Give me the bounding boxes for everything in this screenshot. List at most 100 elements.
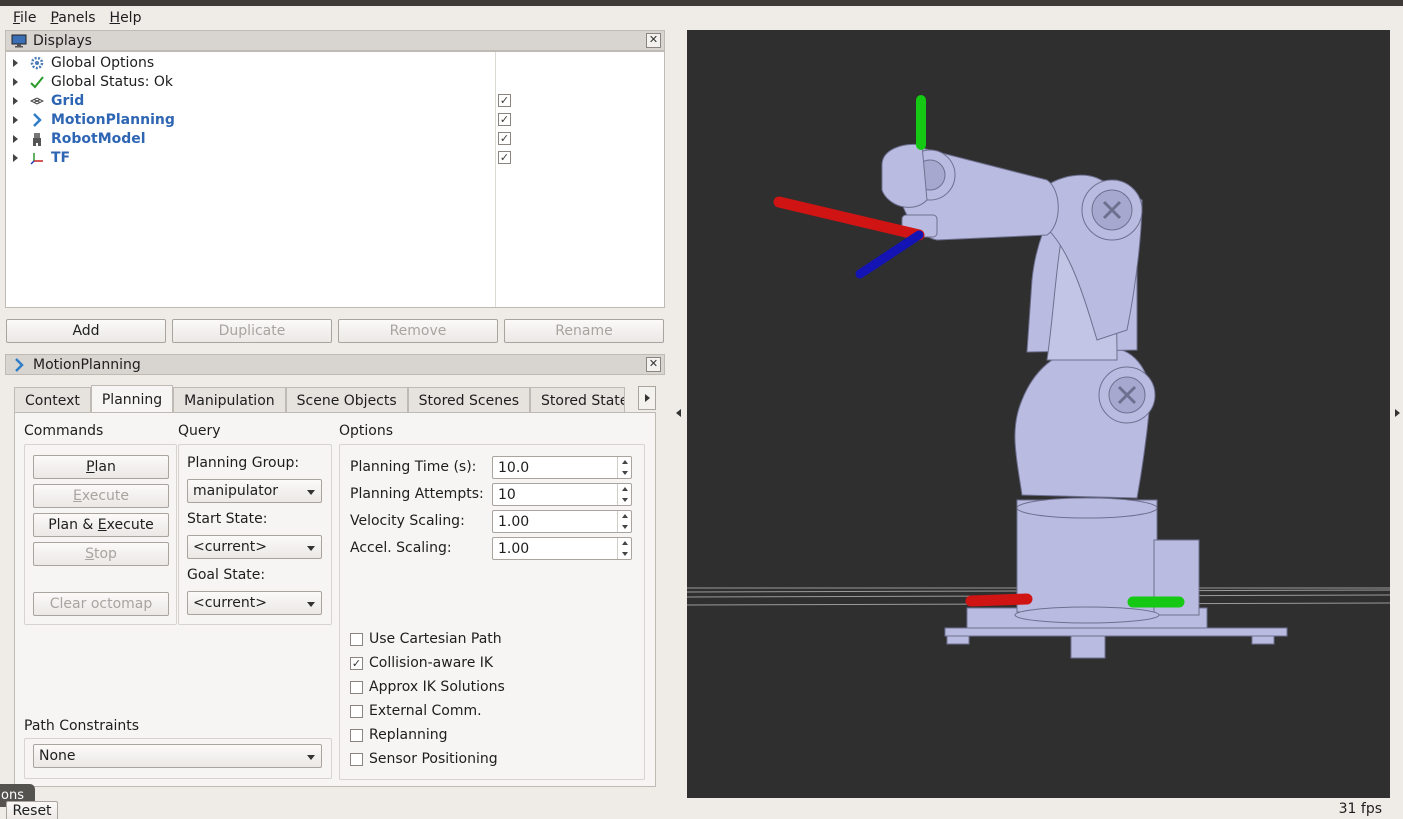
tree-item-label: Grid [51, 92, 85, 109]
tree-item-robot-model[interactable]: RobotModel ✓ [6, 129, 664, 148]
expand-arrow-icon[interactable] [13, 77, 18, 86]
menubar: File Panels Help [0, 6, 1403, 29]
axes-icon [29, 150, 45, 166]
render-viewport[interactable] [687, 30, 1390, 798]
grid-enabled-checkbox[interactable]: ✓ [498, 94, 511, 107]
spin-down-icon[interactable] [621, 551, 628, 556]
external-comm-checkbox[interactable]: External Comm. [350, 702, 482, 720]
tree-item-label: RobotModel [51, 130, 146, 147]
grid-icon [29, 93, 45, 109]
robot-icon [29, 131, 45, 147]
goal-state-select[interactable]: <current> [187, 591, 322, 615]
checkbox-box[interactable] [350, 632, 363, 646]
expand-arrow-icon[interactable] [13, 96, 18, 105]
spin-up-icon[interactable] [621, 460, 628, 465]
rename-display-button[interactable]: Rename [504, 319, 664, 343]
stop-button[interactable]: Stop [33, 542, 169, 566]
checkbox-box[interactable] [350, 752, 363, 766]
gear-icon [29, 55, 45, 71]
menu-help[interactable]: Help [103, 10, 149, 26]
tf-enabled-checkbox[interactable]: ✓ [498, 151, 511, 164]
tab-stored-states[interactable]: Stored State [530, 387, 625, 414]
spin-up-icon[interactable] [621, 514, 628, 519]
execute-button[interactable]: Execute [33, 484, 169, 508]
tab-stored-scenes[interactable]: Stored Scenes [407, 387, 530, 414]
collapse-left-icon[interactable] [676, 409, 681, 417]
chevron-down-icon [307, 490, 315, 495]
commands-group-title: Commands [24, 423, 104, 439]
velocity-scaling-spinbox[interactable]: 1.00 [492, 510, 632, 533]
tab-manipulation[interactable]: Manipulation [173, 387, 286, 414]
planning-attempts-spinbox[interactable]: 10 [492, 483, 632, 506]
menu-file[interactable]: File [6, 10, 43, 26]
checkbox-box[interactable] [350, 704, 363, 718]
accel-scaling-label: Accel. Scaling: [350, 540, 452, 556]
tree-item-motion-planning[interactable]: MotionPlanning ✓ [6, 110, 664, 129]
chevron-down-icon [307, 602, 315, 607]
tree-item-label: MotionPlanning [51, 111, 175, 128]
tree-item-tf[interactable]: TF ✓ [6, 148, 664, 167]
displays-panel-header: Displays ✕ [5, 30, 665, 51]
spin-up-icon[interactable] [621, 487, 628, 492]
tree-item-label: Global Options [51, 54, 155, 71]
checkbox-box[interactable] [350, 728, 363, 742]
robot-model-enabled-checkbox[interactable]: ✓ [498, 132, 511, 145]
plan-button[interactable]: Plan [33, 455, 169, 479]
motion-planning-close-button[interactable]: ✕ [646, 357, 661, 372]
monitor-icon [10, 34, 28, 48]
menu-panels[interactable]: Panels [43, 10, 102, 26]
chevron-down-icon [307, 546, 315, 551]
tree-item-label: Global Status: Ok [51, 73, 174, 90]
motion-planning-enabled-checkbox[interactable]: ✓ [498, 113, 511, 126]
options-group-title: Options [339, 423, 394, 439]
spin-down-icon[interactable] [621, 524, 628, 529]
planning-attempts-label: Planning Attempts: [350, 486, 484, 502]
tree-item-grid[interactable]: Grid ✓ [6, 91, 664, 110]
displays-button-row: Add Duplicate Remove Rename [6, 319, 664, 343]
expand-arrow-icon[interactable] [13, 58, 18, 67]
tab-context[interactable]: Context [14, 387, 91, 414]
clear-octomap-button[interactable]: Clear octomap [33, 592, 169, 616]
expand-arrow-icon[interactable] [13, 153, 18, 162]
collision-aware-ik-checkbox[interactable]: ✓ Collision-aware IK [350, 654, 493, 672]
robot-scene [687, 95, 1390, 659]
reset-button[interactable]: Reset [6, 801, 58, 819]
checkbox-box[interactable] [350, 680, 363, 694]
displays-panel-title: Displays [33, 32, 92, 49]
collapse-right-icon[interactable] [1395, 409, 1400, 417]
spin-down-icon[interactable] [621, 497, 628, 502]
fps-readout: 31 fps [1338, 801, 1382, 817]
tab-scene-objects[interactable]: Scene Objects [285, 387, 408, 414]
expand-arrow-icon[interactable] [13, 115, 18, 124]
velocity-scaling-label: Velocity Scaling: [350, 513, 465, 529]
remove-display-button[interactable]: Remove [338, 319, 498, 343]
start-state-label: Start State: [187, 511, 268, 527]
plan-and-execute-button[interactable]: Plan & Execute [33, 513, 169, 537]
expand-arrow-icon[interactable] [13, 134, 18, 143]
add-display-button[interactable]: Add [6, 319, 166, 343]
use-cartesian-path-checkbox[interactable]: Use Cartesian Path [350, 630, 502, 648]
accel-scaling-spinbox[interactable]: 1.00 [492, 537, 632, 560]
spin-up-icon[interactable] [621, 541, 628, 546]
path-constraints-title: Path Constraints [24, 718, 140, 734]
checkbox-box[interactable]: ✓ [350, 656, 363, 670]
check-icon [29, 74, 45, 90]
replanning-checkbox[interactable]: Replanning [350, 726, 447, 744]
planning-time-spinbox[interactable]: 10.0 [492, 456, 632, 479]
start-state-select[interactable]: <current> [187, 535, 322, 559]
tree-item-global-status[interactable]: Global Status: Ok [6, 72, 664, 91]
motion-planning-panel-header: MotionPlanning ✕ [5, 354, 665, 375]
duplicate-display-button[interactable]: Duplicate [172, 319, 332, 343]
path-constraints-select[interactable]: None [33, 744, 322, 768]
sensor-positioning-checkbox[interactable]: Sensor Positioning [350, 750, 498, 768]
tab-planning[interactable]: Planning [90, 385, 174, 414]
spin-down-icon[interactable] [621, 470, 628, 475]
tab-scroll-right-button[interactable] [638, 386, 656, 410]
approx-ik-solutions-checkbox[interactable]: Approx IK Solutions [350, 678, 505, 696]
motion-planning-tabs: Context Planning Manipulation Scene Obje… [14, 385, 625, 414]
chevron-down-icon [307, 755, 315, 760]
displays-close-button[interactable]: ✕ [646, 33, 661, 48]
tree-item-global-options[interactable]: Global Options [6, 53, 664, 72]
robot-base [944, 497, 1288, 659]
planning-group-select[interactable]: manipulator [187, 479, 322, 503]
